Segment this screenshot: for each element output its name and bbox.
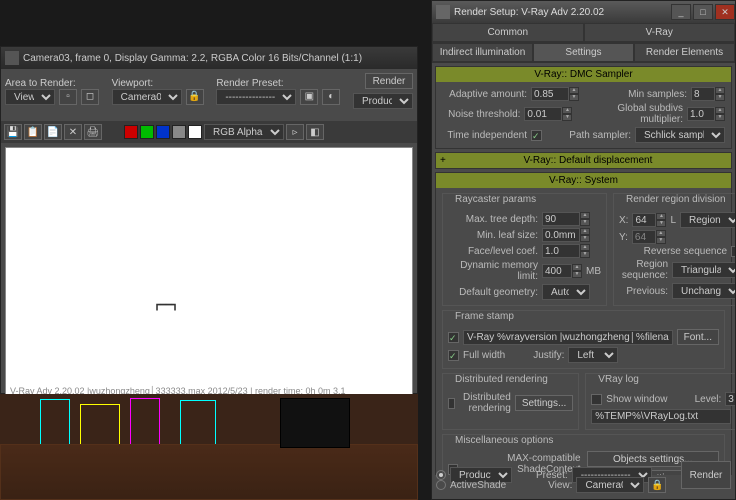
vray-icon [436,5,450,19]
max-icon [5,51,19,65]
spin-up[interactable]: ▲ [569,87,579,94]
preset-select[interactable]: --------------- [216,89,296,105]
noise-input[interactable] [524,107,562,121]
fw-checkbox[interactable] [448,350,459,361]
save-icon[interactable]: 💾 [4,124,22,140]
fb-toggle-icon[interactable]: ◧ [306,124,324,140]
window-titlebar[interactable]: Render Setup: V-Ray Adv 2.20.02 _ □ ✕ [432,1,735,23]
gsm-input[interactable] [687,107,715,121]
footer-render-button[interactable]: Render [681,461,731,489]
system-header[interactable]: V-Ray:: System [436,173,731,188]
production-radio[interactable] [436,470,446,480]
area-select[interactable]: View [5,89,55,105]
fs-checkbox[interactable] [448,332,459,343]
lvl-input[interactable] [725,392,735,406]
dg-select[interactable]: Auto [542,284,590,300]
lock-icon[interactable]: 🔒 [186,89,204,105]
render-canvas: ┏━━┓ V-Ray Adv 2.20.02 |wuzhongzheng│333… [5,147,413,399]
x-input[interactable] [632,213,656,227]
mls-input[interactable] [542,228,580,242]
rs-select[interactable]: Triangulation [672,262,735,278]
alpha-channel[interactable] [172,125,186,139]
mtd-input[interactable] [542,212,580,226]
render-button[interactable]: Render [365,73,413,89]
rendered-object: ┏━━┓ [154,300,174,306]
clone-icon[interactable]: 📄 [44,124,62,140]
tab-common[interactable]: Common [432,23,584,42]
render-setup-window: Render Setup: V-Ray Adv 2.20.02 _ □ ✕ Co… [431,0,736,500]
font-button[interactable]: Font... [677,329,719,345]
justify-select[interactable]: Left [568,347,618,363]
min-label: Min samples: [628,89,687,100]
render-frame-window: Camera03, frame 0, Display Gamma: 2.2, R… [0,46,418,394]
tab-elements[interactable]: Render Elements [634,43,735,62]
path-label: Path sampler: [569,130,631,141]
time-checkbox[interactable] [531,130,542,141]
channel-select[interactable]: RGB Alpha [204,124,284,140]
adaptive-label: Adaptive amount: [442,89,527,100]
frame-title: Camera03, frame 0, Display Gamma: 2.2, R… [23,53,362,64]
min-input[interactable] [691,87,715,101]
time-label: Time independent [442,130,527,141]
area-edit-btn[interactable]: ▫ [59,89,77,105]
prev-select[interactable]: Unchanged [672,283,735,299]
maximize-button[interactable]: □ [693,4,713,20]
tab-vray[interactable]: V-Ray [584,23,736,42]
channel-toolbar: 💾 📋 📄 ✕ 🖨 RGB Alpha ▹ ◧ [1,121,417,143]
lock-view-icon[interactable]: 🔒 [648,477,666,493]
tool1-icon[interactable]: ▹ [286,124,304,140]
viewport-select[interactable]: Camera03 [112,89,182,105]
clear-icon[interactable]: ✕ [64,124,82,140]
window-title: Render Setup: V-Ray Adv 2.20.02 [454,7,604,18]
log-path-input[interactable] [591,409,731,424]
dr-settings-button[interactable]: Settings... [515,395,573,411]
blue-channel[interactable] [156,125,170,139]
dml-input[interactable] [542,264,572,278]
red-channel[interactable] [124,125,138,139]
fs-legend: Frame stamp [452,311,517,322]
vlog-legend: VRay log [595,374,642,385]
activeshade-radio[interactable] [436,480,446,490]
dr-checkbox[interactable] [448,398,455,409]
frame-titlebar[interactable]: Camera03, frame 0, Display Gamma: 2.2, R… [1,47,417,69]
viewport-label: Viewport: [112,78,204,89]
tabs-row1: Common V-Ray [432,23,735,43]
area-clear-btn[interactable]: ◻ [81,89,99,105]
spin-down[interactable]: ▼ [569,94,579,101]
rrd-legend: Render region division [623,194,729,205]
tab-settings[interactable]: Settings [533,43,634,62]
rev-checkbox[interactable] [731,246,735,257]
print-icon[interactable]: 🖨 [84,124,102,140]
dr-legend: Distributed rendering [452,374,551,385]
ray-legend: Raycaster params [452,194,539,205]
misc-legend: Miscellaneous options [452,435,556,446]
path-select[interactable]: Schlick sampling [635,127,725,143]
green-channel[interactable] [140,125,154,139]
noise-label: Noise threshold: [442,109,520,120]
viewport-wireframe [0,394,418,500]
close-button[interactable]: ✕ [715,4,735,20]
preset-opt1-btn[interactable]: ▣ [300,89,318,105]
render-footer: Production Preset: --------------- Rende… [436,459,731,495]
flc-input[interactable] [542,244,580,258]
gsm-label: Global subdivs multiplier: [580,103,683,125]
footer-view-select[interactable]: Camera03 [576,477,644,493]
mono-channel[interactable] [188,125,202,139]
production-select[interactable]: Production [353,93,413,109]
minimize-button[interactable]: _ [671,4,691,20]
tab-indirect[interactable]: Indirect illumination [432,43,533,62]
preset-label: Render Preset: [216,78,340,89]
preset-opt2-btn[interactable]: ◐ [322,89,340,105]
y-input [632,230,656,244]
area-label: Area to Render: [5,78,99,89]
tabs-row2: Indirect illumination Settings Render El… [432,43,735,63]
fs-input[interactable] [463,330,673,345]
adaptive-input[interactable] [531,87,569,101]
dmc-header[interactable]: V-Ray:: DMC Sampler [436,67,731,82]
copy-icon[interactable]: 📋 [24,124,42,140]
l-select[interactable]: Region W/H [680,212,735,228]
sw-checkbox[interactable] [591,394,602,405]
displacement-header[interactable]: V-Ray:: Default displacement [436,153,731,168]
